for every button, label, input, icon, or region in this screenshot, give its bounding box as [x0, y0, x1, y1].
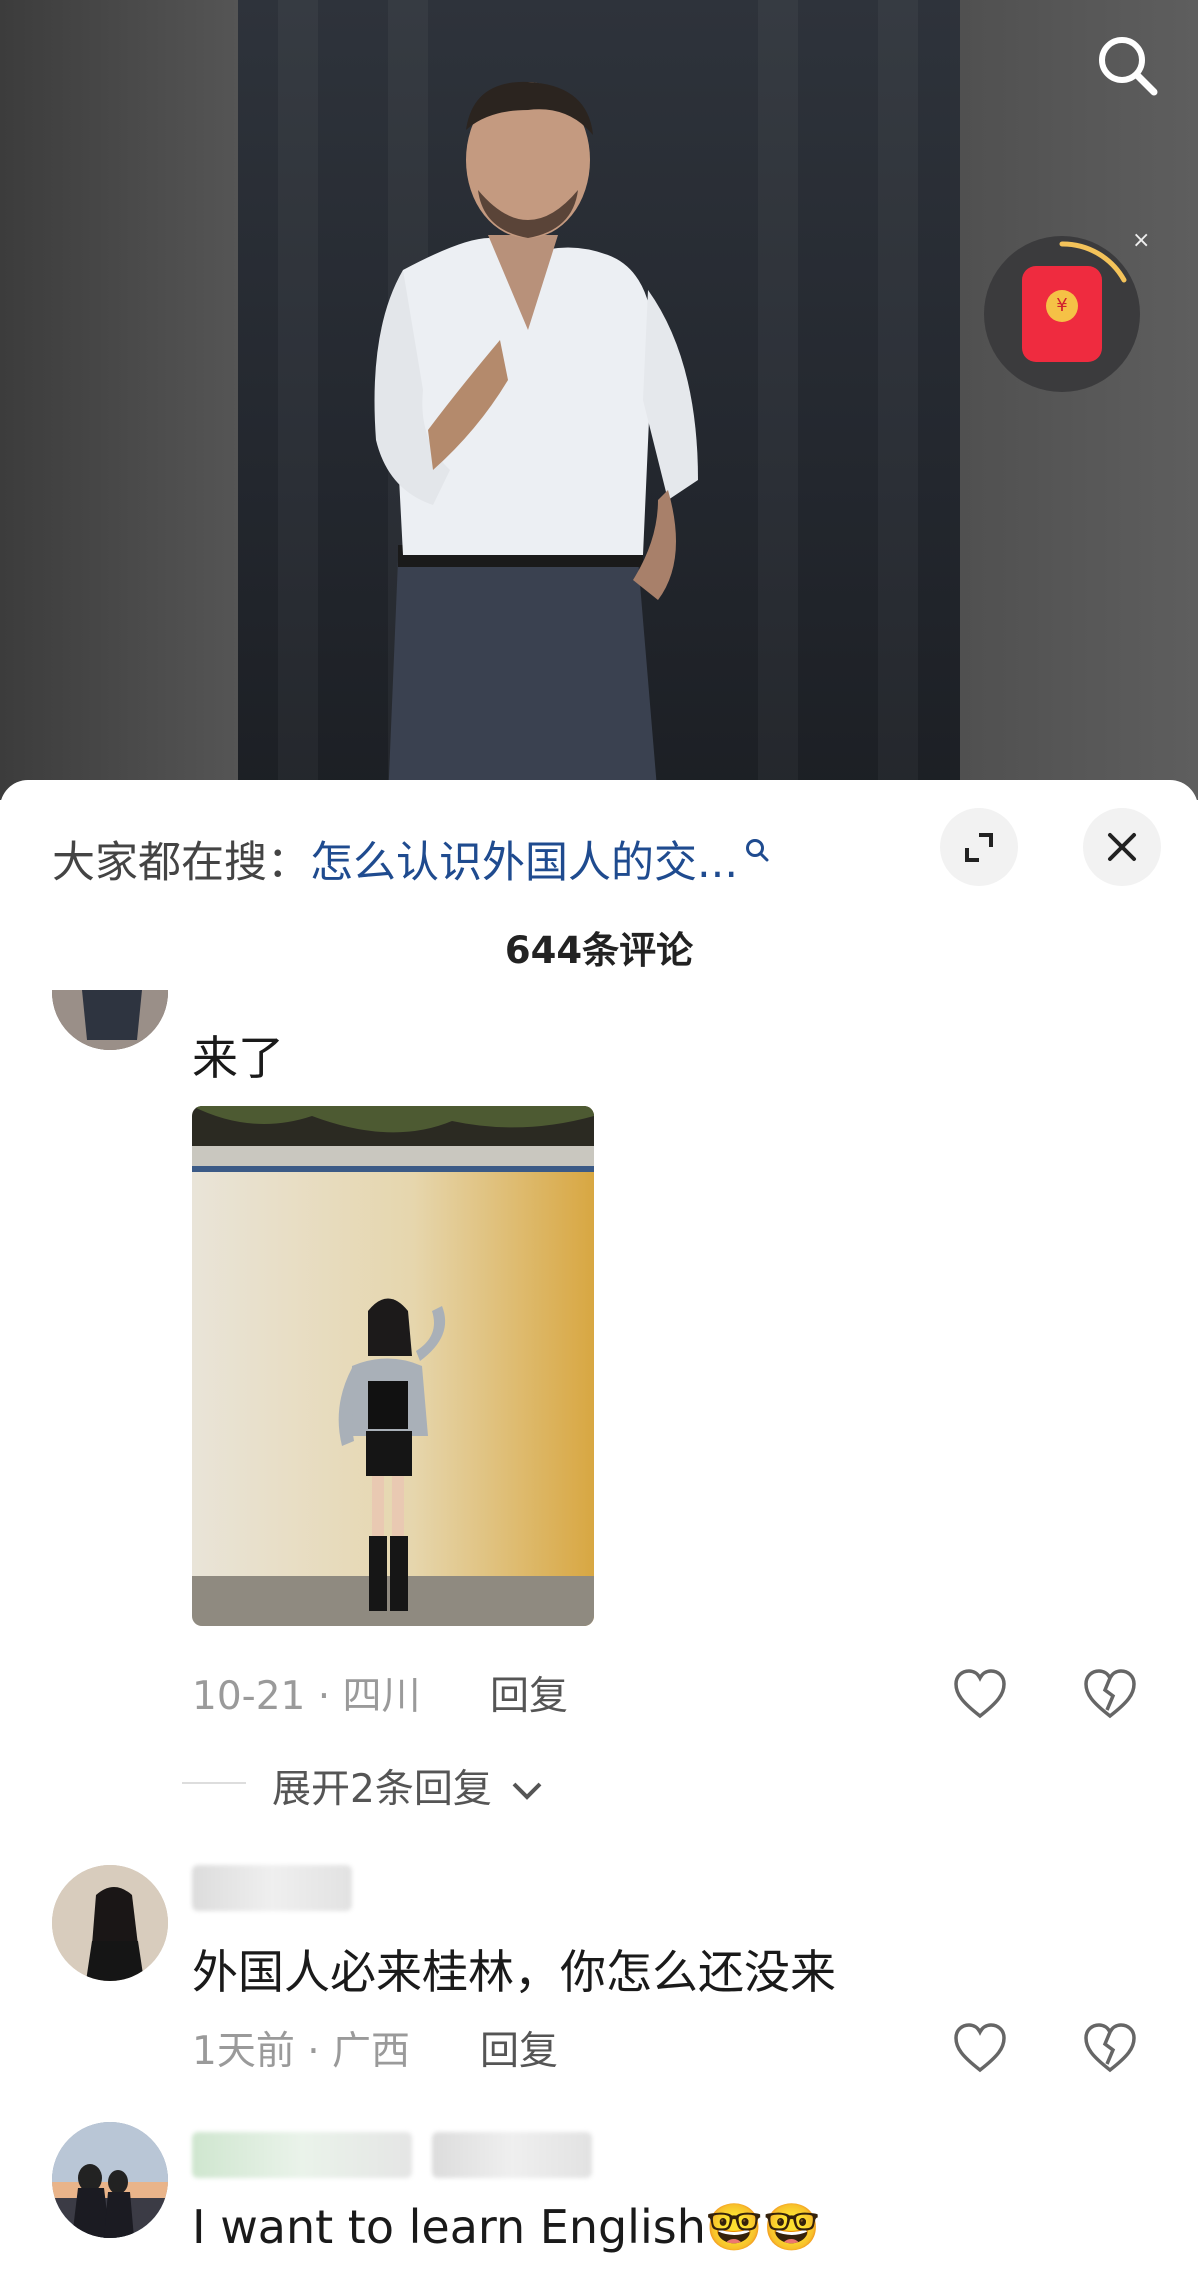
- red-envelope-progress-ring: [1059, 241, 1127, 283]
- comment-sheet: 大家都在搜：怎么认识外国人的交... 644条评论 来了 10-21 · 四川 …: [0, 780, 1198, 2278]
- avatar[interactable]: [52, 1865, 168, 1981]
- comment-meta: 1天前 · 广西: [192, 2029, 411, 2074]
- dislike-broken-heart-icon[interactable]: [1082, 1668, 1138, 1720]
- hot-search-bar[interactable]: 大家都在搜：怎么认识外国人的交...: [52, 828, 770, 890]
- reply-button[interactable]: 回复: [480, 2020, 558, 2076]
- close-icon: [1108, 833, 1136, 861]
- expand-icon: [965, 833, 993, 862]
- red-envelope-close-icon[interactable]: ×: [1132, 228, 1150, 253]
- comment-text: 外国人必来桂林，你怎么还没来: [192, 1945, 836, 1999]
- expand-button[interactable]: [940, 808, 1018, 886]
- comment-text: 来了: [192, 1031, 284, 1085]
- emoji: 🤓🤓: [705, 2200, 821, 2254]
- like-heart-icon[interactable]: [952, 2022, 1008, 2074]
- video-backdrop-right: [960, 0, 1198, 800]
- video-subject-man: [374, 81, 698, 800]
- video-frame: [238, 0, 960, 800]
- comment-image[interactable]: [192, 1106, 594, 1626]
- hot-search-query[interactable]: 怎么认识外国人的交...: [310, 838, 738, 888]
- username[interactable]: [192, 1865, 352, 1911]
- expand-replies-button[interactable]: 展开2条回复: [272, 1758, 544, 1814]
- hot-search-prefix: 大家都在搜：: [52, 838, 310, 888]
- reply-button[interactable]: 回复: [490, 1665, 568, 1721]
- comment-text: I want to learn English🤓🤓: [192, 2200, 820, 2255]
- video-player[interactable]: ¥ ×: [0, 0, 1198, 800]
- expand-replies-label: 展开2条回复: [272, 1767, 492, 1812]
- chevron-down-icon: [512, 1782, 542, 1800]
- search-icon[interactable]: [1092, 30, 1162, 100]
- avatar[interactable]: [52, 990, 168, 1050]
- like-heart-icon[interactable]: [952, 1668, 1008, 1720]
- dislike-broken-heart-icon[interactable]: [1082, 2022, 1138, 2074]
- comment-location: 四川: [342, 1674, 421, 1719]
- username-suffix: [432, 2132, 592, 2178]
- close-button[interactable]: [1083, 808, 1161, 886]
- comment-date: 10-21: [192, 1674, 306, 1719]
- divider: [182, 1782, 246, 1784]
- comment-count: 644条评论: [504, 929, 694, 972]
- comment-location: 广西: [332, 2029, 411, 2074]
- comment-meta: 10-21 · 四川: [192, 1674, 421, 1719]
- search-icon: [746, 839, 769, 862]
- username[interactable]: [192, 2132, 412, 2178]
- comment-date: 1天前: [192, 2029, 295, 2074]
- video-backdrop-left: [0, 0, 238, 800]
- avatar[interactable]: [52, 2122, 168, 2238]
- comment-text-body: I want to learn English: [192, 2200, 706, 2254]
